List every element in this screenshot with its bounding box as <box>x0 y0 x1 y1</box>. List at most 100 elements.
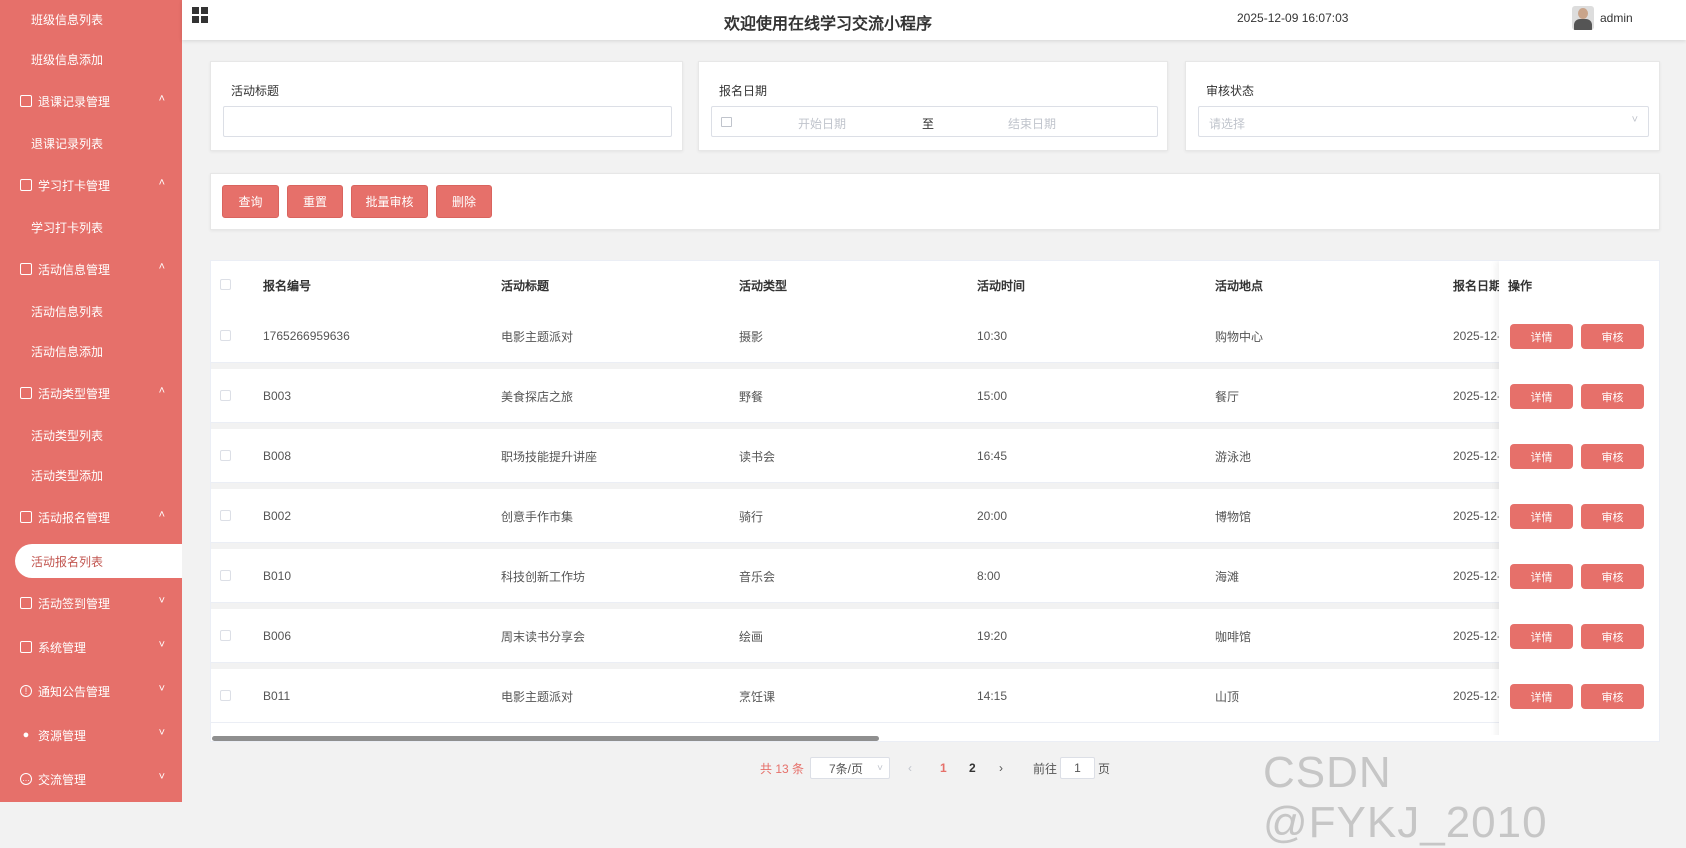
goto-page-input[interactable]: 1 <box>1060 757 1095 779</box>
info-icon: ! <box>20 685 32 697</box>
sidebar-item-label: 活动类型列表 <box>31 428 104 443</box>
sidebar-item-checkin-list[interactable]: 学习打卡列表 <box>0 208 182 246</box>
cell-type: 音乐会 <box>739 569 776 584</box>
prev-page-button[interactable]: ‹ <box>908 757 912 779</box>
sidebar-group-exchange[interactable]: … 交流管理 ˅ <box>0 760 182 798</box>
sidebar-item-activity-add[interactable]: 活动信息添加 <box>0 332 182 370</box>
status-select[interactable]: 请选择 ˅ <box>1198 106 1649 137</box>
column-header-date[interactable]: 报名日期 <box>1453 261 1501 309</box>
username[interactable]: admin <box>1600 11 1633 25</box>
detail-button[interactable]: 详情 <box>1510 324 1573 349</box>
detail-button[interactable]: 详情 <box>1510 384 1573 409</box>
sidebar-group-notice[interactable]: ! 通知公告管理 ˅ <box>0 672 182 710</box>
review-button[interactable]: 审核 <box>1581 444 1644 469</box>
detail-button[interactable]: 详情 <box>1510 624 1573 649</box>
sidebar-group-activity[interactable]: 活动信息管理 ˄ <box>0 250 182 288</box>
row-checkbox[interactable] <box>220 330 231 341</box>
sidebar-group-system[interactable]: 系统管理 ˅ <box>0 628 182 666</box>
page-number-2[interactable]: 2 <box>969 757 976 779</box>
column-header-place[interactable]: 活动地点 <box>1215 261 1263 309</box>
sidebar-item-registration-list[interactable]: 活动报名列表 <box>15 544 182 578</box>
batch-review-button[interactable]: 批量审核 <box>351 185 428 218</box>
sidebar-item-label: 资源管理 <box>38 728 87 743</box>
sidebar-item-class-add[interactable]: 班级信息添加 <box>0 40 182 78</box>
cell-id: B006 <box>263 629 292 643</box>
row-checkbox[interactable] <box>220 450 231 461</box>
chevron-up-icon: ˄ <box>158 93 165 105</box>
table-row: B003 美食探店之旅 野餐 15:00 餐厅 2025-12- <box>211 369 1659 423</box>
sidebar-group-checkin[interactable]: 学习打卡管理 ˄ <box>0 166 182 204</box>
sidebar-group-activity-type[interactable]: 活动类型管理 ˄ <box>0 374 182 412</box>
next-page-button[interactable]: › <box>999 757 1003 779</box>
cell-title: 职场技能提升讲座 <box>501 449 598 464</box>
column-header-type[interactable]: 活动类型 <box>739 261 787 309</box>
cell-date: 2025-12- <box>1453 569 1502 583</box>
file-icon <box>20 597 32 609</box>
file-icon <box>20 511 32 523</box>
datetime-display: 2025-12-09 16:07:03 <box>1237 11 1349 25</box>
chevron-up-icon: ˄ <box>158 177 165 189</box>
date-start-field[interactable]: 开始日期 <box>798 115 846 132</box>
avatar[interactable] <box>1572 6 1594 30</box>
sidebar-item-activity-type-add[interactable]: 活动类型添加 <box>0 456 182 494</box>
table-row: B011 电影主题派对 烹饪课 14:15 山顶 2025-12- <box>211 669 1659 723</box>
row-checkbox[interactable] <box>220 510 231 521</box>
column-header-time[interactable]: 活动时间 <box>977 261 1025 309</box>
sidebar-group-signin[interactable]: 活动签到管理 ˅ <box>0 584 182 622</box>
sidebar-item-label: 活动签到管理 <box>38 596 111 611</box>
pagination-total: 共 13 条 <box>760 761 805 776</box>
cell-time: 15:00 <box>977 389 1008 403</box>
sidebar-item-activity-list[interactable]: 活动信息列表 <box>0 292 182 330</box>
row-checkbox[interactable] <box>220 690 231 701</box>
page-size-value: 7条/页 <box>829 761 864 776</box>
sidebar-group-registration[interactable]: 活动报名管理 ˄ <box>0 498 182 536</box>
query-button[interactable]: 查询 <box>222 185 279 218</box>
cell-id: B011 <box>263 689 291 703</box>
detail-button[interactable]: 详情 <box>1510 684 1573 709</box>
horizontal-scrollbar[interactable] <box>211 735 1659 741</box>
sidebar-item-class-list[interactable]: 班级信息列表 <box>0 0 182 38</box>
cell-time: 20:00 <box>977 509 1008 523</box>
sidebar-item-label: 活动信息列表 <box>31 304 104 319</box>
row-checkbox[interactable] <box>220 630 231 641</box>
cell-time: 10:30 <box>977 329 1008 343</box>
review-button[interactable]: 审核 <box>1581 684 1644 709</box>
review-button[interactable]: 审核 <box>1581 384 1644 409</box>
date-range-picker[interactable]: 开始日期 至 结束日期 <box>711 106 1158 137</box>
detail-button[interactable]: 详情 <box>1510 444 1573 469</box>
detail-button[interactable]: 详情 <box>1510 564 1573 589</box>
review-button[interactable]: 审核 <box>1581 564 1644 589</box>
filter-title-input[interactable] <box>223 106 672 137</box>
sidebar-item-dropout-list[interactable]: 退课记录列表 <box>0 124 182 162</box>
cell-title: 电影主题派对 <box>501 689 574 704</box>
scrollbar-thumb[interactable] <box>212 736 879 741</box>
detail-button[interactable]: 详情 <box>1510 504 1573 529</box>
review-button[interactable]: 审核 <box>1581 324 1644 349</box>
chevron-down-icon: ˅ <box>158 595 165 607</box>
date-end-field[interactable]: 结束日期 <box>1008 115 1056 132</box>
reset-button[interactable]: 重置 <box>287 185 343 218</box>
cell-title: 电影主题派对 <box>501 329 574 344</box>
sidebar-group-resource[interactable]: ● 资源管理 ˅ <box>0 716 182 754</box>
cell-id: B010 <box>263 569 292 583</box>
delete-button[interactable]: 删除 <box>436 185 492 218</box>
cell-type: 摄影 <box>739 329 764 344</box>
cell-id: B002 <box>263 509 292 523</box>
select-all-checkbox[interactable] <box>220 279 231 290</box>
page-size-select[interactable]: 7条/页 ˅ <box>810 757 890 779</box>
cell-place: 游泳池 <box>1215 449 1252 464</box>
row-checkbox[interactable] <box>220 570 231 581</box>
sidebar-item-label: 活动类型管理 <box>38 386 111 401</box>
review-button[interactable]: 审核 <box>1581 504 1644 529</box>
registration-table: 报名编号 活动标题 活动类型 活动时间 活动地点 报名日期 1765266959… <box>210 260 1660 742</box>
page-number-1[interactable]: 1 <box>940 757 947 779</box>
cell-time: 14:15 <box>977 689 1008 703</box>
sidebar-group-dropout[interactable]: 退课记录管理 ˄ <box>0 82 182 120</box>
review-button[interactable]: 审核 <box>1581 624 1644 649</box>
activity-title-field[interactable] <box>224 107 671 136</box>
sidebar-item-activity-type-list[interactable]: 活动类型列表 <box>0 416 182 454</box>
row-checkbox[interactable] <box>220 390 231 401</box>
filter-title-label: 活动标题 <box>231 84 280 98</box>
column-header-id[interactable]: 报名编号 <box>263 261 311 309</box>
column-header-title[interactable]: 活动标题 <box>501 261 549 309</box>
